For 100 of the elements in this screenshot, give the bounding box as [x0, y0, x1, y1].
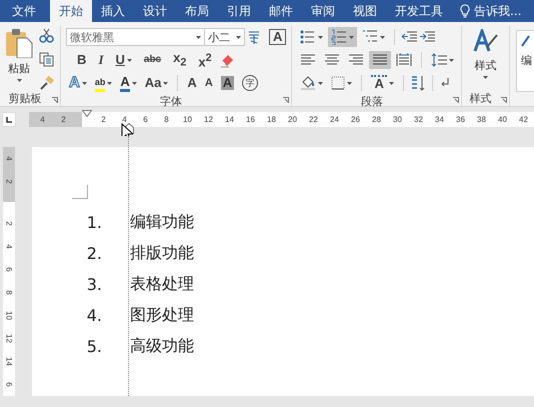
editing-button[interactable]: 编: [516, 30, 534, 92]
increase-indent-icon[interactable]: [419, 31, 436, 43]
tell-me-field[interactable]: 告诉我...: [474, 2, 522, 20]
font-name-field[interactable]: 微软雅黑: [66, 28, 206, 46]
ruler-number: 38: [476, 114, 487, 126]
numbering-icon: [331, 29, 348, 45]
ruler-number: 4: [121, 114, 128, 126]
ruler-number: 34: [434, 114, 445, 126]
list-number: 3.: [86, 274, 102, 296]
dialog-launcher-icon[interactable]: [283, 97, 290, 103]
caret-icon[interactable]: [347, 82, 352, 84]
italic-button[interactable]: I: [95, 51, 106, 69]
ribbon-tab[interactable]: 开始: [50, 0, 92, 22]
sort-icon[interactable]: [410, 75, 426, 91]
caret-icon[interactable]: [16, 79, 22, 82]
ruler-number: 26: [350, 114, 361, 126]
ribbon-tab[interactable]: 文件: [0, 0, 50, 22]
caret-icon[interactable]: [318, 36, 324, 38]
underline-button[interactable]: U: [112, 51, 135, 69]
list-number: 1.: [86, 212, 102, 234]
ruler-number: 10: [4, 310, 14, 322]
ruler-number: 20: [287, 114, 298, 126]
ruler-number: 32: [413, 114, 424, 126]
font-size-field[interactable]: 小二: [204, 28, 246, 46]
ruler-number: 30: [392, 114, 403, 126]
font-color-button[interactable]: A: [117, 72, 140, 94]
ribbon-tab[interactable]: 开发工具: [386, 0, 452, 22]
list-item-text: 编辑功能: [130, 212, 194, 233]
caret-icon[interactable]: [163, 82, 168, 84]
ribbon-tab[interactable]: 邮件: [260, 0, 302, 22]
ribbon-tab[interactable]: 视图: [344, 0, 386, 22]
ribbon-tab[interactable]: 插入: [92, 0, 134, 22]
phonetic-guide-icon[interactable]: [247, 29, 262, 45]
caret-icon[interactable]: [132, 82, 137, 84]
group-label: 字体: [160, 94, 182, 109]
paint-bucket-icon: [300, 75, 316, 91]
ribbon-tab[interactable]: 设计: [134, 0, 176, 22]
ruler-number: 18: [266, 114, 277, 126]
caret-icon[interactable]: [236, 36, 242, 38]
ruler-number: 8: [4, 289, 14, 297]
scissors-icon[interactable]: [39, 28, 54, 43]
ruler-number: 4: [4, 243, 14, 251]
lightbulb-icon[interactable]: [460, 4, 470, 18]
caret-icon[interactable]: [388, 82, 394, 84]
group-label: 段落: [360, 94, 383, 109]
line-spacing-icon: [431, 53, 448, 67]
ruler-number: 36: [455, 114, 466, 126]
numbering-button[interactable]: [328, 27, 358, 47]
eraser-icon[interactable]: [218, 52, 235, 68]
grow-button[interactable]: A: [184, 74, 200, 92]
caret-icon[interactable]: [449, 58, 454, 62]
clipboard-icon[interactable]: [5, 28, 33, 58]
bold-button[interactable]: B: [74, 51, 90, 69]
align-justify-button[interactable]: [369, 51, 392, 69]
ribbon-tab[interactable]: 引用: [218, 0, 260, 22]
decrease-indent-icon[interactable]: [401, 31, 418, 43]
ribbon-tab[interactable]: 审阅: [302, 0, 344, 22]
caret-icon[interactable]: [126, 58, 132, 62]
paste-button[interactable]: 粘贴: [5, 28, 33, 91]
styles-button[interactable]: 样式: [472, 29, 499, 90]
dialog-launcher-icon[interactable]: [52, 97, 58, 103]
caret-icon[interactable]: [349, 36, 354, 38]
caret-icon[interactable]: [380, 36, 386, 38]
tab-stop-icon: [6, 116, 12, 122]
copy-icon[interactable]: [39, 52, 54, 67]
list-item-text: 表格处理: [130, 274, 194, 295]
group-label: 样式: [470, 90, 492, 106]
ruler-number: 10: [182, 114, 193, 126]
group-label: 剪贴板: [8, 91, 42, 106]
align-distributed-icon: [396, 53, 412, 67]
ruler-number: 2: [4, 220, 14, 228]
strike-button[interactable]: abc: [140, 51, 164, 69]
ruler-number: 12: [203, 114, 214, 126]
asian-layout-button[interactable]: A: [368, 73, 397, 93]
shrink-button[interactable]: A: [202, 74, 216, 92]
first-line-indent-icon[interactable]: [82, 110, 92, 117]
list-number: 2.: [86, 243, 102, 265]
paragraph-mark-icon[interactable]: [438, 77, 451, 89]
ruler-number: 2: [4, 178, 14, 186]
corner-mark: [72, 185, 88, 199]
caret-icon[interactable]: [82, 82, 87, 84]
case-button[interactable]: Aa: [142, 74, 172, 92]
ribbon-tab[interactable]: 布局: [176, 0, 218, 22]
caret-icon[interactable]: [483, 76, 488, 79]
caret-icon[interactable]: [107, 82, 112, 84]
list-number: 4.: [86, 305, 102, 327]
sup-button[interactable]: x$^{2}$: [195, 48, 215, 72]
caret-icon[interactable]: [318, 82, 324, 84]
ruler-number: 14: [4, 356, 14, 368]
highlight-button[interactable]: ab: [92, 72, 116, 94]
ruler-number: 12: [4, 333, 14, 344]
paintbrush-icon[interactable]: [39, 76, 54, 91]
dialog-launcher-icon[interactable]: [453, 97, 460, 103]
tab-selector-button[interactable]: [2, 112, 16, 127]
align-left-icon: [300, 53, 316, 67]
ruler-number: 6: [4, 381, 14, 389]
dialog-launcher-icon[interactable]: [501, 97, 507, 103]
caret-icon[interactable]: [196, 36, 202, 38]
character-border-button[interactable]: A: [269, 29, 286, 45]
sub-button[interactable]: x$_{2}$: [170, 48, 190, 72]
